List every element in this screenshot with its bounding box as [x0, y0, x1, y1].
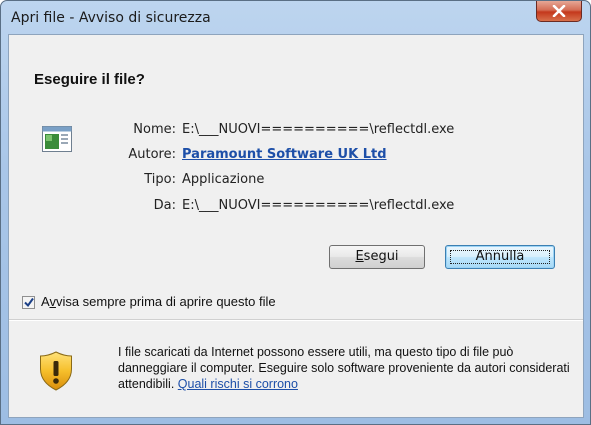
close-icon	[552, 5, 566, 17]
cancel-button[interactable]: Annulla	[445, 245, 555, 269]
check-label-end: visa sempre prima di aprire questo file	[55, 294, 276, 309]
from-label: Da:	[153, 198, 176, 213]
from-value: E:\___NUOVI==========\reflectdl.exe	[182, 198, 455, 213]
risks-link[interactable]: Quali rischi si corrono	[178, 377, 298, 391]
run-label: segui	[363, 249, 399, 264]
run-button[interactable]: Esegui	[329, 245, 425, 269]
shield-warning-icon	[40, 351, 72, 391]
cancel-label: Annulla	[475, 249, 525, 264]
dialog-heading: Eseguire il file?	[34, 71, 145, 88]
security-warning-window: Apri file - Avviso di sicurezza Eseguire…	[0, 0, 591, 425]
author-link[interactable]: Paramount Software UK Ltd	[182, 147, 387, 162]
close-button[interactable]	[536, 1, 582, 22]
window-title: Apri file - Avviso di sicurezza	[11, 10, 211, 26]
run-mnemonic: E	[355, 249, 364, 264]
type-label: Tipo:	[144, 172, 176, 187]
warning-text: I file scaricati da Internet possono ess…	[118, 344, 573, 392]
always-warn-checkbox[interactable]	[22, 296, 35, 309]
checkmark-icon	[24, 297, 34, 308]
warning-panel: I file scaricati da Internet possono ess…	[9, 321, 583, 417]
application-icon	[42, 126, 72, 152]
author-label: Autore:	[128, 147, 176, 162]
always-warn-label[interactable]: Avvisa sempre prima di aprire questo fil…	[41, 294, 276, 309]
type-value: Applicazione	[182, 172, 265, 187]
title-bar[interactable]: Apri file - Avviso di sicurezza	[1, 1, 590, 35]
name-label: Nome:	[133, 122, 176, 137]
dialog-body: Eseguire il file? Nome: E:\___NUOVI=====…	[8, 34, 584, 418]
name-value: E:\___NUOVI==========\reflectdl.exe	[182, 122, 455, 137]
